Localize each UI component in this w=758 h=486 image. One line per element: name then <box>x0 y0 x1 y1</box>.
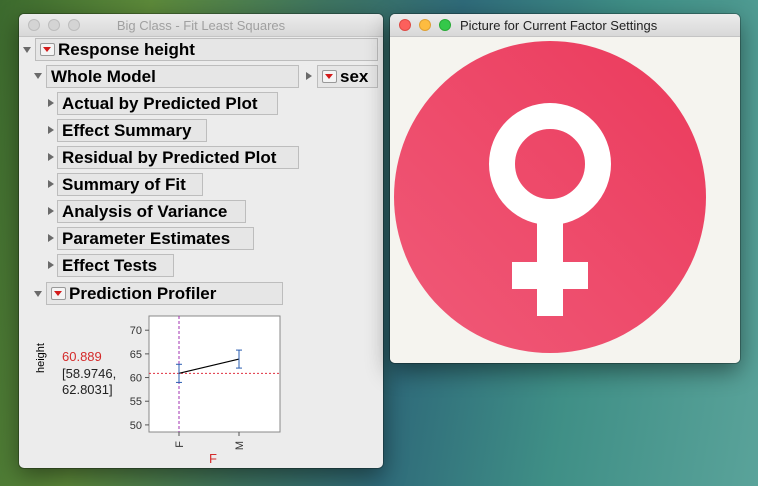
y-axis-label: height <box>35 343 47 373</box>
disclosure-triangle-icon[interactable] <box>21 44 33 56</box>
expand-triangle-icon[interactable] <box>45 97 57 109</box>
disclosure-triangle-icon[interactable] <box>32 288 44 300</box>
x-tick-label: M <box>234 441 246 450</box>
prediction-profiler-plot[interactable]: 50 55 60 65 70 F M <box>119 314 289 454</box>
factor-label[interactable]: F <box>209 451 217 466</box>
report-effect-tests[interactable]: Effect Tests <box>57 254 174 277</box>
report-parameter-estimates[interactable]: Parameter Estimates <box>57 227 254 250</box>
y-tick-label: 65 <box>130 349 142 361</box>
plot-frame <box>148 315 281 433</box>
profiler-label: Prediction Profiler <box>69 283 217 303</box>
confidence-interval-high: 62.8031] <box>62 382 113 397</box>
report-label: Parameter Estimates <box>62 228 231 248</box>
disclosure-triangle-icon[interactable] <box>32 70 44 82</box>
expand-triangle-icon[interactable] <box>45 178 57 190</box>
whole-model-header[interactable]: Whole Model <box>46 65 299 88</box>
symbol-crossbar <box>512 262 588 289</box>
fit-least-squares-window: Big Class - Fit Least Squares Response h… <box>19 14 383 468</box>
picture-area <box>390 37 740 363</box>
report-actual-by-predicted[interactable]: Actual by Predicted Plot <box>57 92 278 115</box>
window-controls <box>399 19 451 31</box>
picture-window: Picture for Current Factor Settings <box>390 14 740 363</box>
sex-label: sex <box>340 66 369 86</box>
female-symbol-icon <box>394 41 706 353</box>
report-label: Effect Summary <box>62 120 192 140</box>
predicted-value[interactable]: 60.889 <box>62 349 102 364</box>
whole-model-label: Whole Model <box>51 66 156 86</box>
report-label: Analysis of Variance <box>62 201 228 221</box>
report-label: Actual by Predicted Plot <box>62 93 258 113</box>
report-label: Residual by Predicted Plot <box>62 147 277 167</box>
close-button[interactable] <box>399 19 411 31</box>
zoom-button[interactable] <box>439 19 451 31</box>
x-tick-label: F <box>174 441 186 448</box>
y-tick-label: 50 <box>130 420 142 432</box>
y-tick-label: 60 <box>130 373 142 385</box>
report-label: Summary of Fit <box>62 174 186 194</box>
minimize-button[interactable] <box>419 19 431 31</box>
expand-triangle-icon[interactable] <box>45 259 57 271</box>
expand-triangle-icon[interactable] <box>45 151 57 163</box>
titlebar[interactable]: Picture for Current Factor Settings <box>390 14 740 37</box>
red-triangle-menu-icon[interactable] <box>40 43 55 56</box>
y-tick-label: 70 <box>130 325 142 337</box>
expand-triangle-icon[interactable] <box>45 205 57 217</box>
y-tick-label: 55 <box>130 396 142 408</box>
expand-triangle-icon[interactable] <box>303 70 315 82</box>
window-title: Picture for Current Factor Settings <box>460 18 658 33</box>
titlebar[interactable]: Big Class - Fit Least Squares <box>19 14 383 37</box>
response-header[interactable]: Response height <box>35 38 378 61</box>
expand-triangle-icon[interactable] <box>45 232 57 244</box>
sex-header[interactable]: sex <box>317 65 378 88</box>
window-title: Big Class - Fit Least Squares <box>116 18 286 33</box>
response-label: Response height <box>58 39 195 59</box>
profiler-header[interactable]: Prediction Profiler <box>46 282 283 305</box>
red-triangle-menu-icon[interactable] <box>51 287 66 300</box>
report-residual-by-predicted[interactable]: Residual by Predicted Plot <box>57 146 299 169</box>
report-effect-summary[interactable]: Effect Summary <box>57 119 207 142</box>
expand-triangle-icon[interactable] <box>45 124 57 136</box>
confidence-interval-low: [58.9746, <box>62 366 117 381</box>
report-label: Effect Tests <box>62 255 158 275</box>
report-summary-of-fit[interactable]: Summary of Fit <box>57 173 203 196</box>
report-analysis-of-variance[interactable]: Analysis of Variance <box>57 200 246 223</box>
red-triangle-menu-icon[interactable] <box>322 70 337 83</box>
